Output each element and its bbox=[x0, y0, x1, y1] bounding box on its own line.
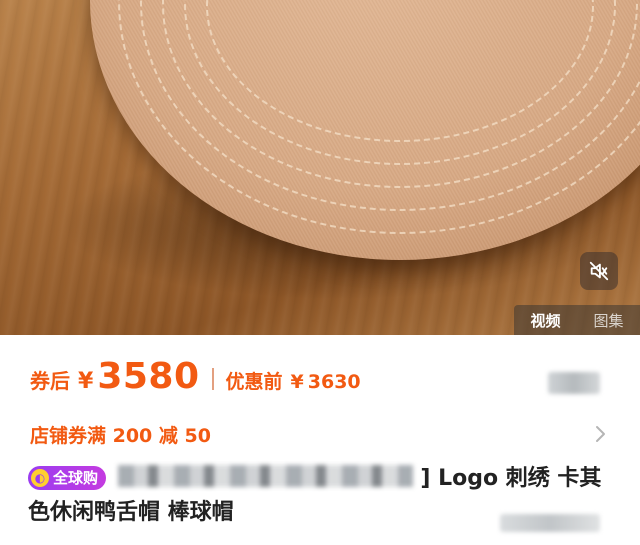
store-coupon-row[interactable]: 店铺券满 200 减 50 bbox=[30, 418, 610, 450]
muted-speaker-icon bbox=[589, 261, 609, 281]
chevron-right-icon bbox=[596, 426, 605, 442]
global-buy-icon: ◐ bbox=[31, 469, 49, 487]
mute-button[interactable] bbox=[580, 252, 618, 290]
redacted-info bbox=[500, 514, 600, 532]
tab-video[interactable]: 视频 bbox=[530, 310, 560, 331]
coupon-price-label: 券后 bbox=[30, 369, 70, 393]
original-currency-symbol: ¥ bbox=[290, 371, 304, 393]
currency-symbol: ¥ bbox=[78, 369, 94, 394]
media-tab-bar: 视频 图集 bbox=[514, 305, 640, 335]
price-row: 券后 ¥ 3580 优惠前 ¥ 3630 bbox=[30, 356, 361, 402]
price-divider bbox=[211, 368, 214, 390]
final-price: 3580 bbox=[97, 356, 200, 397]
global-buy-label: 全球购 bbox=[53, 469, 99, 487]
redacted-title-text bbox=[117, 465, 413, 487]
redacted-info bbox=[548, 372, 600, 394]
original-price-label: 优惠前 bbox=[225, 371, 283, 393]
original-price: 3630 bbox=[307, 371, 361, 393]
product-media[interactable]: 视频 图集 bbox=[0, 0, 640, 335]
store-coupon-text: 店铺券满 200 减 50 bbox=[30, 424, 211, 447]
tab-gallery[interactable]: 图集 bbox=[593, 310, 623, 331]
global-buy-badge: ◐ 全球购 bbox=[28, 466, 107, 490]
